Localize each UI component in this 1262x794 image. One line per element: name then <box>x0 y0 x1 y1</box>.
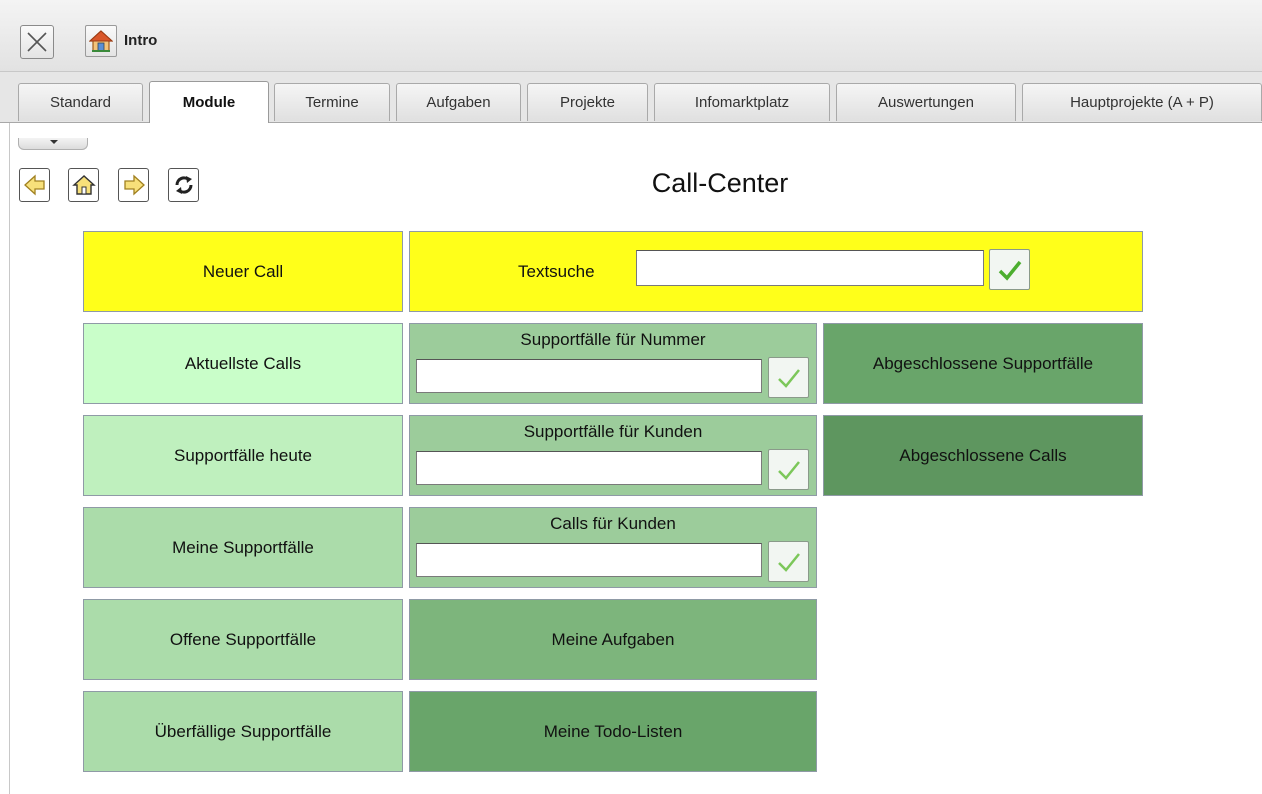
checkmark-icon <box>778 369 800 388</box>
textsuche-submit-button[interactable] <box>989 249 1030 290</box>
supportfaelle-kunden-panel: Supportfälle für Kunden <box>409 415 817 496</box>
textsuche-panel: Textsuche <box>409 231 1143 312</box>
nav-home-button[interactable] <box>68 168 99 202</box>
supportfaelle-kunden-label: Supportfälle für Kunden <box>523 422 703 441</box>
tab-hauptprojekte[interactable]: Hauptprojekte (A + P) <box>1022 83 1262 121</box>
textsuche-input[interactable] <box>636 250 984 286</box>
page-title: Call-Center <box>651 168 789 198</box>
window-title: Intro <box>124 32 158 49</box>
supportfaelle-heute-button[interactable]: Supportfälle heute <box>83 415 403 496</box>
abgeschlossene-supportfaelle-button[interactable]: Abgeschlossene Supportfälle <box>823 323 1143 404</box>
checkmark-icon <box>778 461 800 480</box>
module-tabs: Standard Module Termine Aufgaben Projekt… <box>0 72 1262 123</box>
supportfaelle-kunden-input[interactable] <box>416 451 762 485</box>
calls-kunden-submit-button[interactable] <box>768 541 809 582</box>
home-button[interactable] <box>85 25 117 57</box>
close-button[interactable] <box>20 25 54 59</box>
title-bar: Intro <box>0 0 1262 72</box>
arrow-right-icon <box>124 174 145 196</box>
supportfaelle-nummer-submit-button[interactable] <box>768 357 809 398</box>
refresh-icon <box>175 176 193 194</box>
close-icon <box>27 32 47 52</box>
calls-kunden-label: Calls für Kunden <box>550 514 676 533</box>
home-icon <box>89 30 113 52</box>
supportfaelle-kunden-submit-button[interactable] <box>768 449 809 490</box>
content-border <box>9 123 10 794</box>
calls-kunden-input[interactable] <box>416 543 762 577</box>
collapse-toggle[interactable] <box>18 138 88 150</box>
checkmark-icon <box>778 553 800 572</box>
arrow-left-icon <box>24 174 45 196</box>
textsuche-label: Textsuche <box>518 262 595 281</box>
tab-module[interactable]: Module <box>149 81 269 123</box>
calls-kunden-panel: Calls für Kunden <box>409 507 817 588</box>
checkmark-icon <box>998 260 1022 281</box>
offene-supportfaelle-button[interactable]: Offene Supportfälle <box>83 599 403 680</box>
tab-termine[interactable]: Termine <box>274 83 390 121</box>
home-icon <box>72 175 96 195</box>
refresh-button[interactable] <box>168 168 199 202</box>
supportfaelle-nummer-input[interactable] <box>416 359 762 393</box>
tab-infomarktplatz[interactable]: Infomarktplatz <box>654 83 830 121</box>
tab-projekte[interactable]: Projekte <box>527 83 648 121</box>
tab-aufgaben[interactable]: Aufgaben <box>396 83 521 121</box>
tab-auswertungen[interactable]: Auswertungen <box>836 83 1016 121</box>
supportfaelle-nummer-panel: Supportfälle für Nummer <box>409 323 817 404</box>
neuer-call-button[interactable]: Neuer Call <box>83 231 403 312</box>
meine-aufgaben-button[interactable]: Meine Aufgaben <box>409 599 817 680</box>
supportfaelle-nummer-label: Supportfälle für Nummer <box>520 330 706 349</box>
meine-todo-listen-button[interactable]: Meine Todo-Listen <box>409 691 817 772</box>
abgeschlossene-calls-button[interactable]: Abgeschlossene Calls <box>823 415 1143 496</box>
aktuellste-calls-button[interactable]: Aktuellste Calls <box>83 323 403 404</box>
meine-supportfaelle-button[interactable]: Meine Supportfälle <box>83 507 403 588</box>
forward-button[interactable] <box>118 168 149 202</box>
tab-standard[interactable]: Standard <box>18 83 143 121</box>
back-button[interactable] <box>19 168 50 202</box>
ueberfaellige-supportfaelle-button[interactable]: Überfällige Supportfälle <box>83 691 403 772</box>
